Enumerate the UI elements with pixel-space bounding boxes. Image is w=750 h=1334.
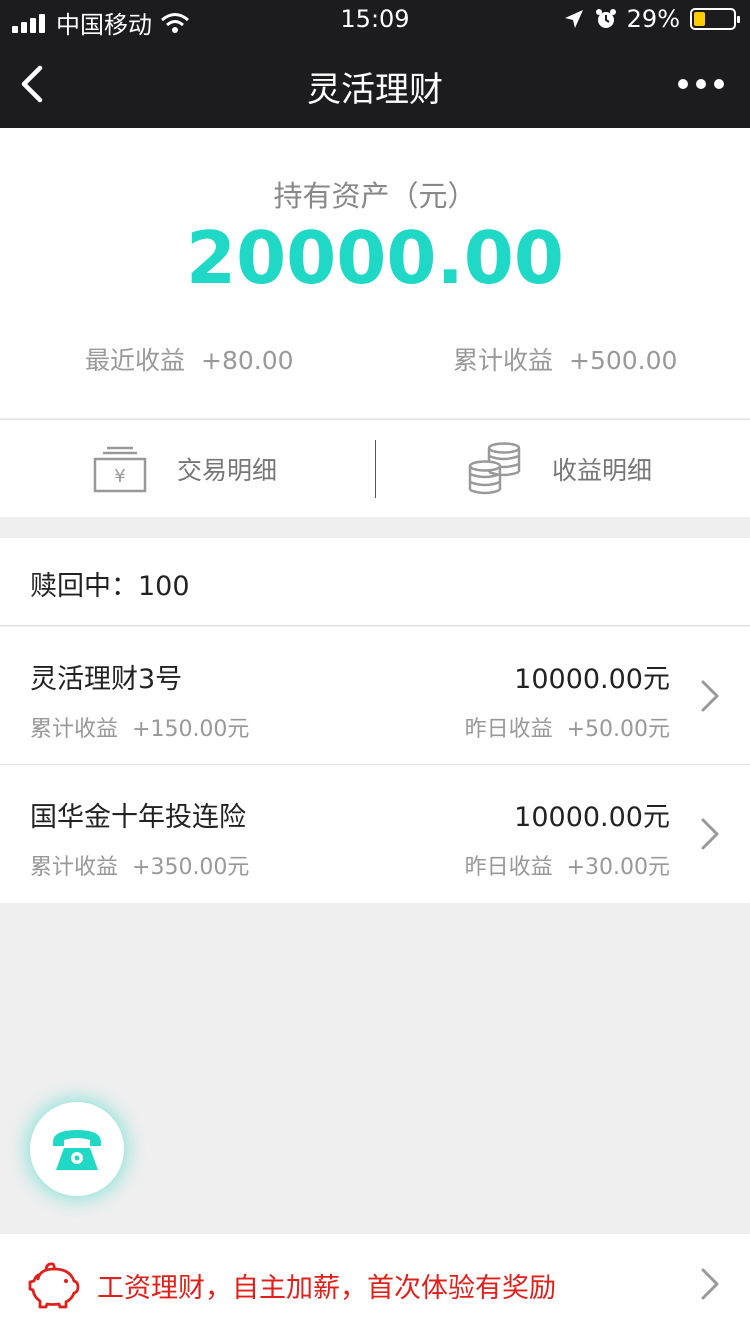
cumulative-label: 累计收益 xyxy=(30,855,119,880)
transactions-label: 交易明细 xyxy=(177,456,278,485)
chevron-right-icon xyxy=(701,680,719,712)
piggy-bank-icon xyxy=(28,1262,80,1309)
total-earnings-label: 累计收益 xyxy=(453,346,554,375)
action-divider xyxy=(375,440,376,498)
chevron-right-icon xyxy=(701,818,719,850)
chevron-right-icon xyxy=(701,1268,719,1300)
total-earnings: 累计收益 +500.00 xyxy=(453,341,677,377)
product-item[interactable]: 国华金十年投连险 10000.00元 累计收益 +350.00元 昨日收益 +30.… xyxy=(0,765,750,903)
product-amount: 10000.00元 xyxy=(514,664,670,695)
status-bar: 中国移动 15:09 29% xyxy=(0,0,750,40)
nav-bar: 灵活理财 xyxy=(0,40,750,128)
status-right: 29% xyxy=(563,5,740,33)
promo-banner[interactable]: 工资理财，自主加薪，首次体验有奖励 xyxy=(0,1234,750,1334)
cumulative-value: +350.00元 xyxy=(132,855,250,880)
product-amount: 10000.00元 xyxy=(514,802,670,833)
phone-icon xyxy=(53,1130,101,1170)
recent-earnings: 最近收益 +80.00 xyxy=(85,341,294,377)
earnings-detail-label: 收益明细 xyxy=(552,456,653,485)
promo-text: 工资理财，自主加薪，首次体验有奖励 xyxy=(97,1273,556,1304)
recent-earnings-value: +80.00 xyxy=(201,346,294,375)
redeem-text: 赎回中：100 xyxy=(30,571,190,602)
product-cumulative-earnings: 累计收益 +350.00元 xyxy=(30,849,249,881)
transactions-button[interactable]: ¥ 交易明细 xyxy=(93,420,277,518)
recent-earnings-label: 最近收益 xyxy=(85,346,186,375)
asset-summary: 持有资产（元） 20000.00 最近收益 +80.00 累计收益 +500.00 xyxy=(0,128,750,418)
more-dot-icon xyxy=(696,79,706,89)
page-title: 灵活理财 xyxy=(307,70,443,110)
more-dot-icon xyxy=(678,79,688,89)
asset-label: 持有资产（元） xyxy=(273,179,477,213)
product-name: 国华金十年投连险 xyxy=(30,802,246,833)
cash-register-icon: ¥ xyxy=(93,446,147,493)
battery-level xyxy=(694,12,706,26)
location-arrow-icon xyxy=(564,10,583,28)
yesterday-label: 昨日收益 xyxy=(464,855,553,880)
earnings-detail-button[interactable]: 收益明细 xyxy=(468,420,652,518)
battery-percent: 29% xyxy=(626,5,680,33)
product-cumulative-earnings: 累计收益 +150.00元 xyxy=(30,711,249,743)
yesterday-value: +30.00元 xyxy=(566,855,670,880)
phone-call-button[interactable] xyxy=(30,1102,124,1196)
action-row: ¥ 交易明细 收益明细 xyxy=(0,419,750,517)
svg-text:¥: ¥ xyxy=(114,466,125,487)
redeem-row: 赎回中：100 xyxy=(0,538,750,626)
asset-value: 20000.00 xyxy=(185,216,565,300)
yesterday-label: 昨日收益 xyxy=(464,717,553,742)
product-yesterday-earnings: 昨日收益 +50.00元 xyxy=(465,711,670,743)
alarm-icon xyxy=(595,9,616,28)
product-name: 灵活理财3号 xyxy=(30,664,183,695)
yesterday-value: +50.00元 xyxy=(566,717,670,742)
cumulative-label: 累计收益 xyxy=(30,717,119,742)
total-earnings-value: +500.00 xyxy=(569,346,678,375)
product-item[interactable]: 灵活理财3号 10000.00元 累计收益 +150.00元 昨日收益 +50.00… xyxy=(0,627,750,765)
coins-icon xyxy=(468,442,521,495)
battery-icon xyxy=(690,8,740,30)
more-dot-icon xyxy=(714,79,724,89)
more-button[interactable] xyxy=(678,72,724,96)
cumulative-value: +150.00元 xyxy=(132,717,250,742)
product-yesterday-earnings: 昨日收益 +30.00元 xyxy=(465,849,670,881)
